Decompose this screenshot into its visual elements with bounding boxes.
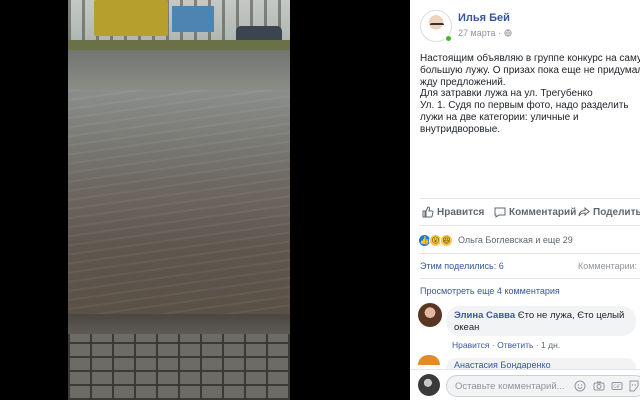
sticker-icon[interactable]: [628, 380, 640, 392]
post-meta: 27 марта ·: [458, 28, 512, 38]
gif-icon[interactable]: GIF: [611, 380, 623, 392]
shares-count[interactable]: Этим поделились: 6: [420, 261, 504, 271]
thumbs-up-icon: [422, 206, 434, 218]
photo-blue-vehicle: [172, 6, 214, 32]
haha-reaction-icon: 😆: [440, 233, 453, 247]
post-line: лужи на две категории: уличные и: [420, 111, 579, 123]
post-photo[interactable]: [68, 0, 290, 400]
meta-separator: ·: [498, 28, 502, 38]
comment-time[interactable]: 1 дн.: [541, 340, 560, 350]
share-button[interactable]: Поделиться: [578, 202, 640, 222]
post-actions: Нравится Комментарий Поделиться: [410, 202, 640, 222]
like-label: Нравится: [437, 206, 485, 218]
divider: [420, 198, 640, 199]
comment-reply-link[interactable]: Ответить: [497, 340, 533, 350]
comment-icon: [494, 207, 506, 218]
emoji-icon[interactable]: [574, 380, 586, 392]
divider: [420, 225, 640, 226]
photo-pavement: [68, 334, 290, 400]
share-icon: [578, 206, 590, 217]
photo-curb: [68, 314, 290, 334]
post-line: жду предложений.: [420, 76, 506, 88]
comment-actions: Нравится · Ответить · 1 дн.: [452, 340, 560, 350]
reactions-summary[interactable]: 👍 😮 😆 Ольга Боглевская и еще 29: [418, 233, 573, 247]
post-panel: Илья Бей 27 марта · Настоящим объявляю в…: [410, 0, 640, 400]
post-line: Для затравки лужа на ул. Трегубенко: [420, 88, 593, 100]
comment-button[interactable]: Комментарий: [494, 202, 576, 222]
camera-icon[interactable]: [593, 380, 605, 392]
photo-ripples: [68, 90, 290, 314]
comment-author[interactable]: Элина Савва: [454, 310, 515, 321]
post-line: внутридворовые.: [420, 123, 501, 135]
comment-avatar[interactable]: [418, 355, 440, 365]
author-name[interactable]: Илья Бей: [458, 12, 510, 24]
photo-viewer: [0, 0, 410, 400]
post-date[interactable]: 27 марта: [458, 28, 496, 38]
like-button[interactable]: Нравится: [422, 202, 484, 222]
comment-composer: GIF: [410, 369, 640, 400]
divider: [420, 253, 640, 254]
post-text: Настоящим объявляю в группе конкурс на с…: [420, 53, 640, 136]
comment-like-link[interactable]: Нравится: [452, 340, 490, 350]
globe-icon[interactable]: [503, 29, 512, 37]
view-more-comments-link[interactable]: Просмотреть еще 4 комментария: [420, 286, 560, 296]
comments-count[interactable]: Комментарии: 7: [578, 261, 640, 271]
photo-road: [68, 50, 290, 90]
comment-bubble: Элина Савва Єто не лужа, Єто целый океан: [446, 306, 636, 336]
svg-text:GIF: GIF: [613, 384, 621, 390]
post-line: Ул. 1. Судя по первым фото, надо раздели…: [420, 100, 629, 112]
comment-avatar[interactable]: [418, 303, 442, 327]
post-line: большую лужу. О призах пока еще не приду…: [420, 64, 640, 76]
current-user-avatar: [418, 374, 440, 396]
online-status-dot: [444, 34, 453, 43]
divider: [420, 278, 640, 279]
share-label: Поделиться: [593, 206, 640, 218]
reactions-text[interactable]: Ольга Боглевская и еще 29: [458, 235, 573, 245]
photo-yellow-vehicle: [94, 0, 168, 36]
comment-label: Комментарий: [509, 206, 577, 218]
post-line: Настоящим объявляю в группе конкурс на с…: [420, 53, 640, 64]
photo-grass: [68, 40, 290, 50]
